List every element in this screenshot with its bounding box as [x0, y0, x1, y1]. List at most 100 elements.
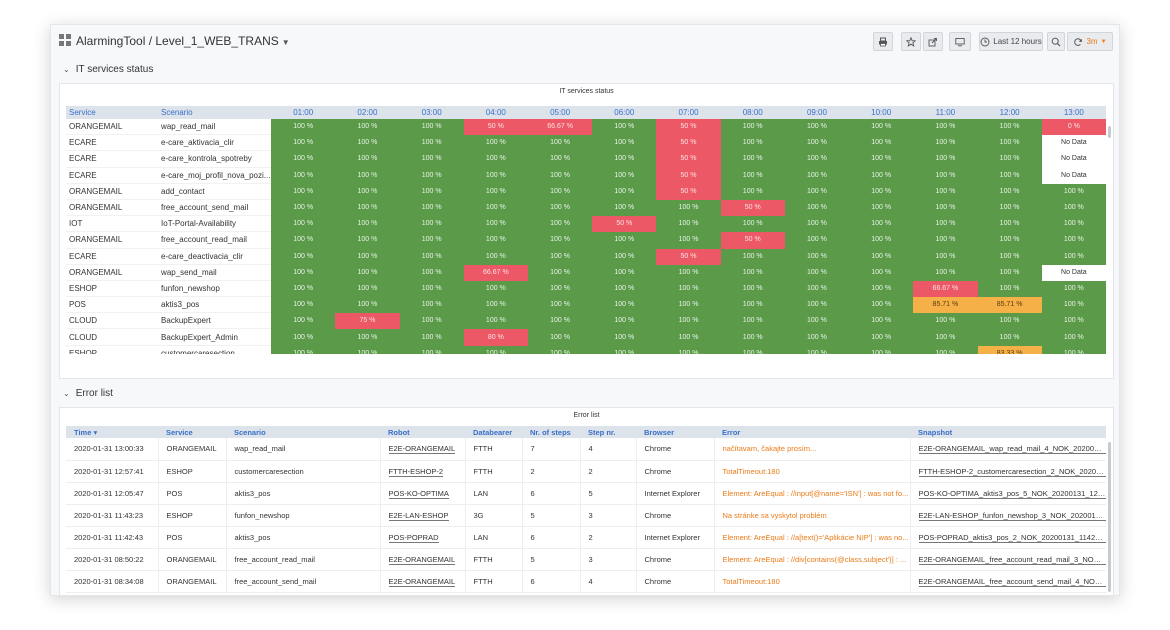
row-title[interactable]: Error list: [76, 388, 113, 399]
status-cell: 100 %: [592, 248, 657, 265]
column-header-06-00[interactable]: 06:00: [592, 106, 657, 119]
snapshot-cell[interactable]: E2E-ORANGEMAIL_free_account_send_mail_4_…: [910, 570, 1106, 593]
table-row: ORANGEMAIL free_account_send_mail 100 % 100…: [66, 199, 1106, 217]
status-cell: 100 %: [592, 264, 657, 281]
column-header-11-00[interactable]: 11:00: [913, 106, 978, 119]
column-header-01-00[interactable]: 01:00: [271, 106, 336, 119]
status-cell: 100 %: [335, 119, 400, 136]
dashboard-title-text[interactable]: AlarmingTool / Level_1_WEB_TRANS: [76, 34, 279, 48]
robot-cell[interactable]: E2E-LAN-ESHOP: [380, 504, 466, 527]
robot-link[interactable]: E2E-ORANGEMAIL: [388, 576, 456, 587]
status-cell: 100 %: [720, 151, 785, 168]
snapshot-link[interactable]: E2E-ORANGEMAIL_free_account_read_mail_3_…: [918, 554, 1105, 565]
snapshot-link[interactable]: E2E-LAN-ESHOP_funfon_newshop_3_NOK_20200…: [918, 510, 1105, 521]
snapshot-link[interactable]: FTTH-ESHOP-2_customercaresection_2_NOK_2…: [918, 466, 1105, 477]
status-cell: 100 %: [527, 135, 593, 152]
robot-link[interactable]: FTTH-ESHOP-2: [388, 466, 444, 477]
snapshot-link[interactable]: POS-KO-OPTIMA_aktis3_pos_5_NOK_20200131_…: [918, 488, 1105, 499]
status-cell: 100 %: [656, 313, 721, 330]
robot-link[interactable]: E2E-ORANGEMAIL: [388, 444, 456, 455]
column-header-03-00[interactable]: 03:00: [399, 106, 464, 119]
snapshot-link[interactable]: E2E-ORANGEMAIL_wap_read_mail_4_NOK_20200…: [918, 444, 1105, 455]
browser-cell: Chrome: [636, 548, 715, 571]
status-cell: 100 %: [977, 329, 1042, 346]
time-cell: 2020-01-31 08:34:08: [66, 570, 159, 593]
steps-cell: 6: [522, 482, 581, 505]
dashboard-grid-icon[interactable]: [59, 34, 71, 46]
robot-cell[interactable]: POS-POPRAD: [380, 526, 466, 549]
robot-cell[interactable]: E2E-ORANGEMAIL: [380, 548, 466, 571]
column-header-nr-of-steps[interactable]: Nr. of steps: [522, 426, 580, 438]
service-cell: ORANGEMAIL: [66, 232, 159, 249]
status-cell: 100 %: [592, 151, 657, 168]
time-range-picker[interactable]: Last 12 hours: [979, 32, 1043, 51]
snapshot-cell[interactable]: E2E-ORANGEMAIL_wap_read_mail_4_NOK_20200…: [910, 438, 1106, 461]
status-cell: 100 %: [335, 232, 400, 249]
scrollbar[interactable]: [1108, 126, 1111, 138]
status-cell: 100 %: [656, 329, 721, 346]
robot-link[interactable]: POS-POPRAD: [388, 532, 439, 543]
column-header-13-00[interactable]: 13:00: [1041, 106, 1106, 119]
status-cell: 100 %: [271, 313, 336, 330]
robot-link[interactable]: E2E-LAN-ESHOP: [388, 510, 449, 521]
row-error-list[interactable]: ⌄ Error list: [51, 383, 1119, 403]
row-it-services[interactable]: ⌄ IT services status: [51, 59, 1119, 79]
robot-cell[interactable]: FTTH-ESHOP-2: [380, 460, 466, 483]
column-header-08-00[interactable]: 08:00: [720, 106, 785, 119]
status-cell: 100 %: [527, 183, 593, 200]
column-header-databearer[interactable]: Databearer: [465, 426, 522, 438]
scrollbar[interactable]: [1108, 442, 1111, 592]
column-header-robot[interactable]: Robot: [380, 426, 465, 438]
column-header-04-00[interactable]: 04:00: [463, 106, 528, 119]
print-button[interactable]: [873, 32, 893, 51]
column-header-scenario[interactable]: Scenario: [158, 106, 272, 119]
zoom-out-button[interactable]: [1047, 32, 1065, 51]
chevron-down-icon[interactable]: ▼: [282, 38, 290, 47]
robot-link[interactable]: E2E-ORANGEMAIL: [388, 554, 456, 565]
status-cell: 100 %: [656, 280, 721, 298]
tv-mode-button[interactable]: [949, 32, 971, 51]
dashboard-title[interactable]: AlarmingTool / Level_1_WEB_TRANS ▼: [76, 34, 290, 48]
status-cell: 100 %: [720, 119, 785, 136]
snapshot-link[interactable]: E2E-ORANGEMAIL_free_account_send_mail_4_…: [918, 576, 1105, 587]
star-button[interactable]: [901, 32, 921, 51]
chevron-down-icon[interactable]: ⌄: [63, 389, 70, 398]
scenario-cell: funfon_newshop: [226, 504, 381, 527]
status-cell: No Data: [1041, 151, 1106, 168]
row-title[interactable]: IT services status: [76, 64, 154, 75]
column-header-12-00[interactable]: 12:00: [977, 106, 1042, 119]
column-header-05-00[interactable]: 05:00: [527, 106, 593, 119]
browser-cell: Chrome: [636, 460, 715, 483]
column-header-snapshot[interactable]: Snapshot: [910, 426, 1106, 438]
status-cell: 100 %: [977, 232, 1042, 249]
column-header-step-nr-[interactable]: Step nr.: [580, 426, 636, 438]
column-header-09-00[interactable]: 09:00: [784, 106, 850, 119]
column-header-service[interactable]: Service: [66, 106, 159, 119]
snapshot-cell[interactable]: POS-POPRAD_aktis3_pos_2_NOK_20200131_114…: [910, 526, 1106, 549]
share-button[interactable]: [923, 32, 943, 51]
robot-cell[interactable]: POS-KO-OPTIMA: [380, 482, 466, 505]
robot-cell[interactable]: E2E-ORANGEMAIL: [380, 570, 466, 593]
robot-cell[interactable]: E2E-ORANGEMAIL: [380, 438, 466, 461]
column-header-browser[interactable]: Browser: [636, 426, 714, 438]
scenario-cell: BackupExpert: [158, 313, 272, 330]
column-header-02-00[interactable]: 02:00: [335, 106, 400, 119]
snapshot-link[interactable]: POS-POPRAD_aktis3_pos_2_NOK_20200131_114…: [918, 532, 1105, 543]
status-cell: 100 %: [656, 232, 721, 249]
column-header-07-00[interactable]: 07:00: [656, 106, 721, 119]
chevron-down-icon[interactable]: ⌄: [63, 65, 70, 74]
snapshot-cell[interactable]: E2E-ORANGEMAIL_free_account_read_mail_3_…: [910, 548, 1106, 571]
column-header-error[interactable]: Error: [714, 426, 910, 438]
steps-cell: 5: [522, 548, 581, 571]
scenario-cell: wap_send_mail: [158, 264, 272, 281]
snapshot-cell[interactable]: POS-KO-OPTIMA_aktis3_pos_5_NOK_20200131_…: [910, 482, 1106, 505]
column-header-10-00[interactable]: 10:00: [849, 106, 914, 119]
robot-link[interactable]: POS-KO-OPTIMA: [388, 488, 449, 499]
column-header-scenario[interactable]: Scenario: [226, 426, 380, 438]
snapshot-cell[interactable]: FTTH-ESHOP-2_customercaresection_2_NOK_2…: [910, 460, 1106, 483]
column-header-service[interactable]: Service: [158, 426, 226, 438]
sort-desc-icon[interactable]: ▾: [91, 428, 97, 437]
column-header-time[interactable]: Time ▾: [66, 426, 158, 438]
refresh-picker[interactable]: 3m ▼: [1067, 32, 1113, 51]
snapshot-cell[interactable]: E2E-LAN-ESHOP_funfon_newshop_3_NOK_20200…: [910, 504, 1106, 527]
